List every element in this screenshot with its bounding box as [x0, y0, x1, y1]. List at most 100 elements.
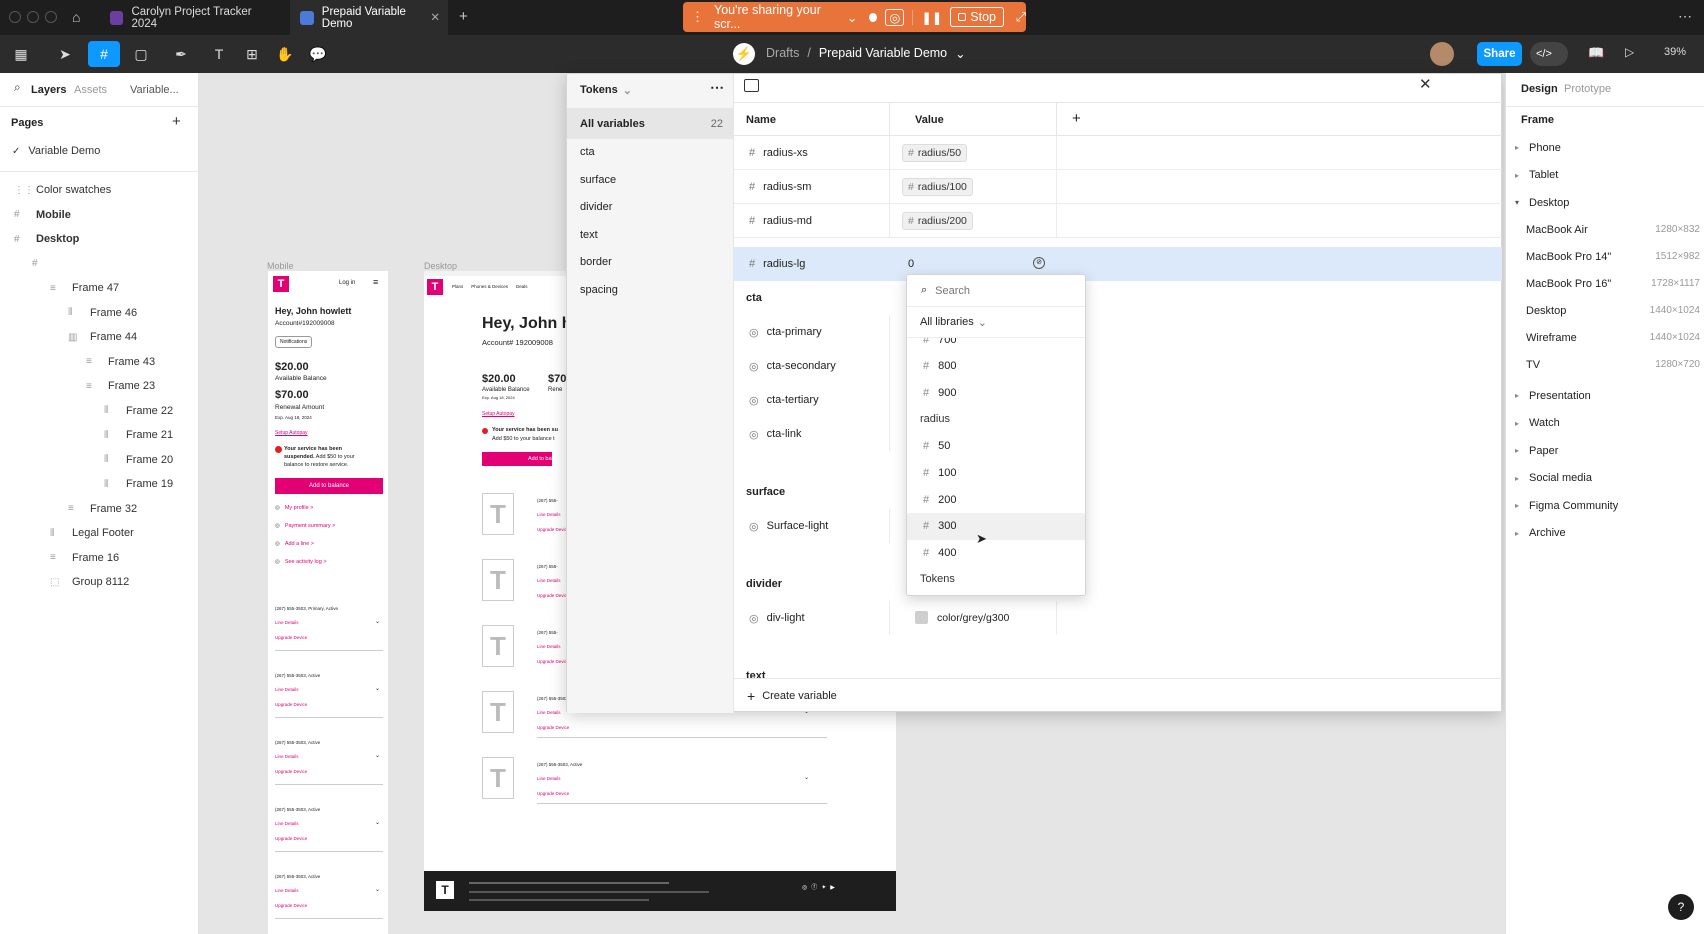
picker-search-input[interactable]	[935, 284, 1066, 297]
alias-icon[interactable]: ⊘	[1033, 257, 1045, 269]
tab-carolyn[interactable]: Carolyn Project Tracker 2024	[100, 0, 285, 35]
variable-row[interactable]: # radius-xs # radius/50	[734, 136, 1502, 170]
tab-prepaid[interactable]: Prepaid Variable Demo ✕	[290, 0, 448, 35]
variable-row[interactable]: # radius-md # radius/200	[734, 204, 1502, 238]
window-zoom-dot[interactable]	[45, 11, 57, 23]
preset-group[interactable]: ▸ Tablet	[1506, 162, 1704, 189]
layer-item[interactable]: ≡ Frame 23	[0, 373, 199, 399]
move-tool-icon[interactable]: ➤	[50, 41, 80, 67]
share-button[interactable]: Share	[1477, 42, 1522, 66]
layer-item[interactable]: ▥ Frame 44	[0, 324, 199, 350]
more-icon[interactable]: ⋯	[710, 79, 724, 96]
preset-group[interactable]: ▸ Figma Community	[1506, 492, 1704, 519]
preset-group[interactable]: ▸ Watch	[1506, 410, 1704, 437]
avatar[interactable]	[1430, 42, 1454, 66]
variable-row[interactable]: ◎ cta-secondary	[734, 349, 1502, 383]
pause-icon[interactable]: ❚❚	[912, 9, 942, 25]
picker-option[interactable]: #100	[907, 460, 1085, 487]
picker-option[interactable]: #50	[907, 433, 1085, 460]
variable-alias-chip[interactable]: # radius/50	[902, 144, 968, 162]
collection-selector[interactable]: Tokens ⌄	[580, 84, 632, 97]
mobile-frame[interactable]: T Log in ≡ Hey, John howlett Account#192…	[268, 271, 388, 934]
file-name[interactable]: Prepaid Variable Demo	[819, 46, 947, 61]
variable-row[interactable]: ◎ div-light color/grey/g300	[734, 601, 1502, 635]
desktop-frame-label[interactable]: Desktop	[424, 261, 457, 271]
picker-option[interactable]: #800	[907, 353, 1085, 380]
chevron-down-icon[interactable]: ⌄	[955, 46, 965, 61]
sidebar-toggle-icon[interactable]	[744, 79, 759, 92]
mobile-frame-label[interactable]: Mobile	[267, 261, 294, 271]
resources-icon[interactable]: ⊞	[237, 41, 267, 67]
color-alias-value[interactable]: color/grey/g300	[937, 612, 1009, 624]
picker-option[interactable]: #700	[907, 338, 1085, 353]
picker-option[interactable]: #400	[907, 540, 1085, 567]
preset-item[interactable]: TV 1280×720	[1506, 351, 1704, 378]
drag-handle-icon[interactable]: ⋮	[691, 9, 704, 25]
tab-layers[interactable]: Layers	[31, 84, 66, 96]
home-icon[interactable]: ⌂	[72, 9, 80, 25]
picker-option[interactable]: #300	[907, 512, 1085, 540]
picker-search[interactable]: ⌕	[907, 275, 1085, 307]
page-item[interactable]: ✓ Variable Demo	[0, 138, 199, 164]
picker-option[interactable]: #900	[907, 379, 1085, 406]
variable-row[interactable]: # radius-sm # radius/100	[734, 170, 1502, 204]
layer-item[interactable]: # Mobile	[0, 202, 199, 228]
layer-item[interactable]: ≡ Frame 47	[0, 275, 199, 301]
preset-group[interactable]: ▸ Paper	[1506, 437, 1704, 464]
preset-item[interactable]: Wireframe 1440×1024	[1506, 324, 1704, 351]
preset-item[interactable]: MacBook Pro 16" 1728×1117	[1506, 270, 1704, 297]
breadcrumb-drafts[interactable]: Drafts	[766, 46, 799, 61]
group-item-divider[interactable]: divider	[580, 196, 720, 218]
all-variables-item[interactable]: All variables 22	[567, 108, 733, 139]
variable-row[interactable]: ◎ cta-primary	[734, 315, 1502, 349]
group-item-text[interactable]: text	[580, 224, 720, 246]
layer-item[interactable]: #	[0, 251, 199, 277]
window-close-dot[interactable]	[9, 11, 21, 23]
layer-item[interactable]: ≡ Frame 32	[0, 496, 199, 522]
picker-option[interactable]: #200	[907, 486, 1085, 513]
group-item-spacing[interactable]: spacing	[580, 279, 720, 301]
preset-group[interactable]: ▸ Social media	[1506, 465, 1704, 492]
shape-tool-icon[interactable]: ▢	[126, 41, 156, 67]
main-menu-icon[interactable]: ▦	[8, 41, 34, 67]
preset-item[interactable]: MacBook Pro 14" 1512×982	[1506, 243, 1704, 270]
create-variable-button[interactable]: + Create variable	[734, 678, 1502, 713]
group-item-cta[interactable]: cta	[580, 141, 720, 163]
zoom-level[interactable]: 39%	[1664, 46, 1686, 58]
preset-group-desktop[interactable]: ▾ Desktop	[1506, 189, 1704, 216]
close-tab-icon[interactable]: ✕	[430, 10, 440, 24]
preset-group[interactable]: ▸ Archive	[1506, 520, 1704, 547]
preset-item[interactable]: Desktop 1440×1024	[1506, 297, 1704, 324]
variable-alias-chip[interactable]: # radius/100	[902, 178, 973, 196]
frame-tool-icon[interactable]: #	[88, 41, 120, 67]
text-tool-icon[interactable]: T	[204, 41, 234, 67]
layer-item[interactable]: ⦀ Frame 19	[0, 471, 199, 497]
tab-design[interactable]: Design	[1521, 83, 1558, 95]
dev-mode-toggle[interactable]: </>	[1530, 42, 1568, 66]
library-icon[interactable]: 📖	[1588, 45, 1604, 61]
present-icon[interactable]: ▷	[1625, 45, 1634, 59]
variable-value-input[interactable]: 0	[908, 258, 914, 270]
variable-row-active[interactable]: # radius-lg 0 ⊘	[734, 247, 1502, 281]
layer-item[interactable]: ⬚ Group 8112	[0, 569, 199, 595]
comment-tool-icon[interactable]: 💬	[303, 41, 333, 67]
tab-variables[interactable]: Variable...	[130, 84, 179, 96]
search-icon[interactable]: ⌕	[14, 80, 21, 95]
pen-tool-icon[interactable]: ✒	[166, 41, 196, 67]
layer-item[interactable]: ⋮⋮ Color swatches	[0, 177, 199, 203]
variable-row[interactable]: ◎ cta-link	[734, 417, 1502, 451]
group-item-surface[interactable]: surface	[580, 169, 720, 191]
group-item-border[interactable]: border	[580, 251, 720, 273]
variable-row[interactable]: ◎ cta-tertiary	[734, 383, 1502, 417]
add-page-icon[interactable]: +	[172, 113, 181, 130]
preset-item[interactable]: MacBook Air 1280×832	[1506, 216, 1704, 243]
window-minimize-dot[interactable]	[27, 11, 39, 23]
mic-icon[interactable]: ◎	[885, 8, 905, 26]
tab-assets[interactable]: Assets	[74, 84, 107, 96]
variable-alias-chip[interactable]: # radius/200	[902, 212, 973, 230]
layer-item[interactable]: ≡ Frame 43	[0, 349, 199, 375]
more-icon[interactable]: ⋯	[1678, 8, 1692, 25]
preset-group[interactable]: ▸ Presentation	[1506, 382, 1704, 409]
add-mode-icon[interactable]: +	[1072, 110, 1081, 127]
help-button[interactable]: ?	[1668, 894, 1694, 920]
